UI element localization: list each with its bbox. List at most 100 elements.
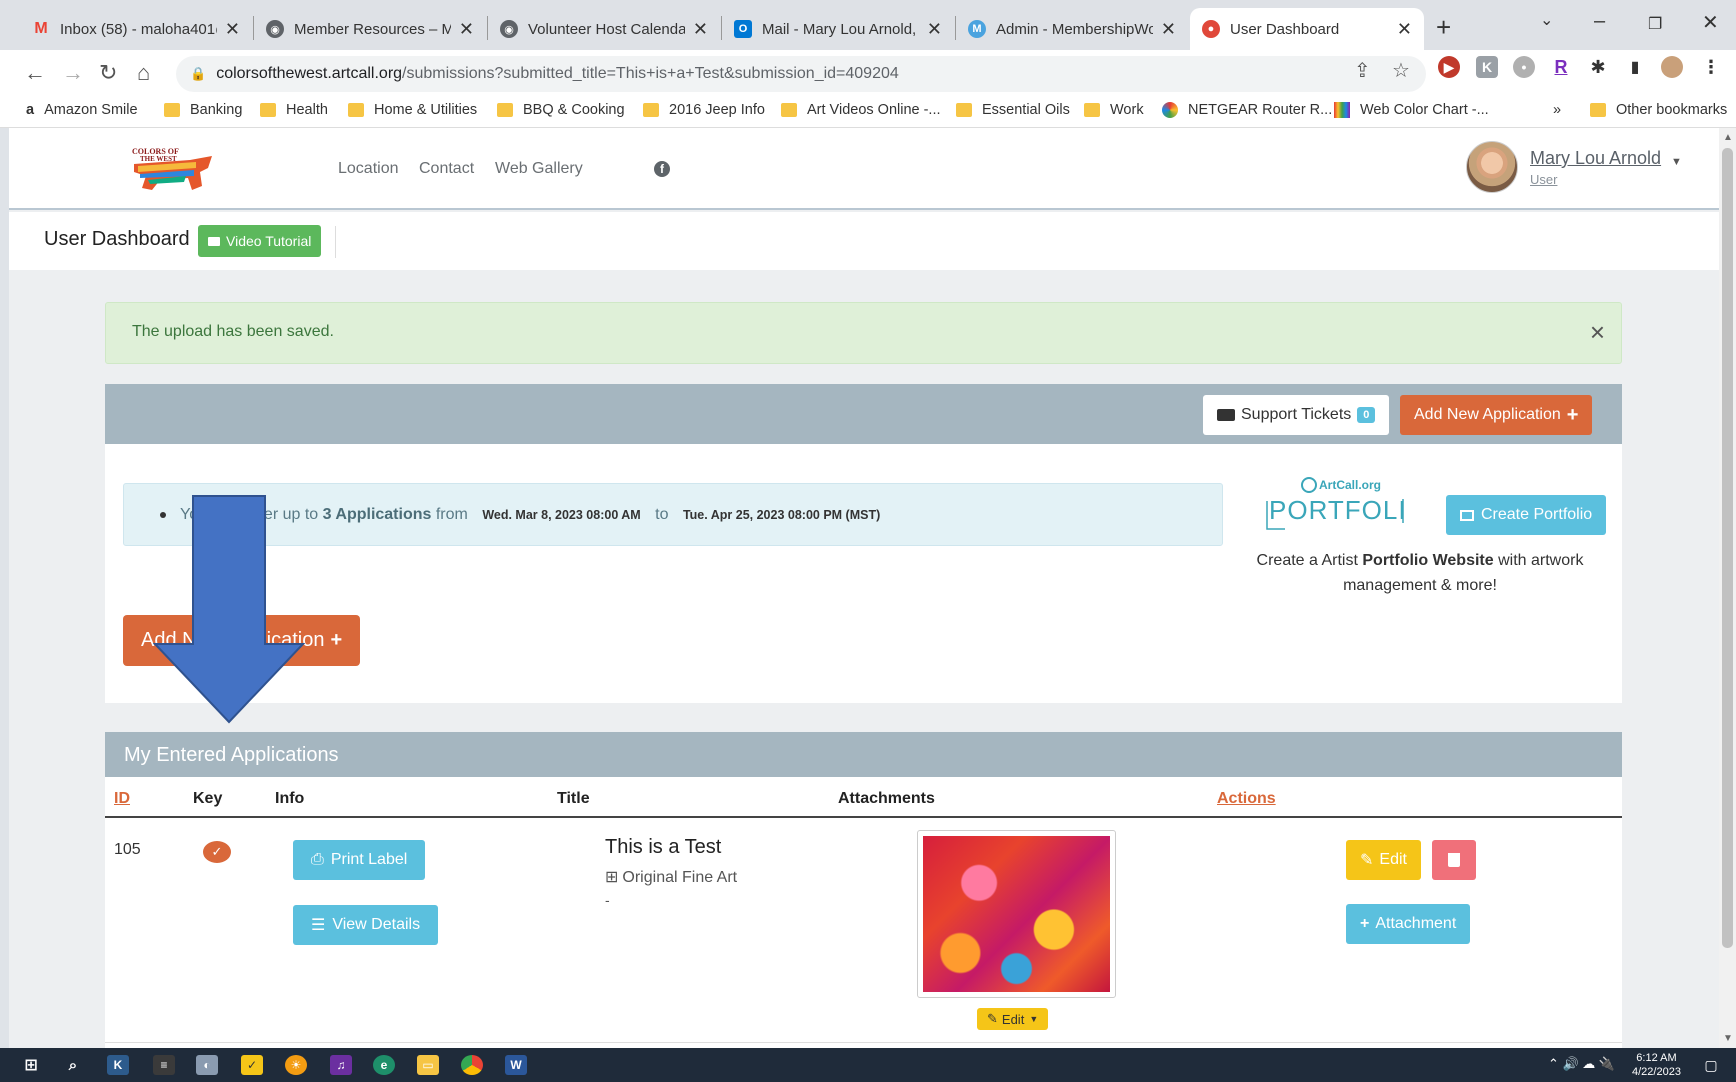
- word-icon[interactable]: W: [505, 1055, 527, 1075]
- tab-outlook-mail[interactable]: O Mail - Mary Lou Arnold, G ✕: [722, 8, 954, 50]
- tab-membershipworks-admin[interactable]: M Admin - MembershipWor ✕: [956, 8, 1188, 50]
- notifications-icon[interactable]: ▢: [1700, 1055, 1722, 1075]
- taskbar-app-icon[interactable]: ◐: [196, 1055, 218, 1075]
- new-tab-button[interactable]: +: [1436, 12, 1451, 43]
- tab-title: Admin - MembershipWor: [996, 20, 1153, 38]
- forward-button[interactable]: →: [62, 60, 84, 86]
- annotation-arrow: [153, 495, 305, 724]
- bookmark-other-bookmarks[interactable]: Other bookmarks: [1590, 102, 1727, 118]
- bookmark-work[interactable]: Work: [1084, 102, 1144, 118]
- scrollbar-thumb[interactable]: [1722, 148, 1733, 948]
- tab-title: User Dashboard: [1230, 20, 1340, 38]
- column-header-attachments: Attachments: [838, 790, 935, 807]
- share-icon[interactable]: ⇪: [1354, 58, 1371, 83]
- artwork-thumbnail[interactable]: [917, 830, 1116, 998]
- bookmark-health[interactable]: Health: [260, 102, 328, 118]
- extension-r-icon[interactable]: R: [1550, 56, 1572, 78]
- delete-button[interactable]: [1432, 840, 1476, 880]
- bookmark-jeep-info[interactable]: 2016 Jeep Info: [643, 102, 765, 118]
- nav-contact[interactable]: Contact: [419, 160, 474, 178]
- dashboard-title-bar: User Dashboard Video Tutorial: [9, 212, 1719, 270]
- scroll-down-icon[interactable]: ▼: [1723, 1033, 1733, 1044]
- bookmark-web-color-chart[interactable]: Web Color Chart -...: [1334, 102, 1489, 118]
- gmail-icon: M: [34, 20, 48, 37]
- view-details-button[interactable]: ☰ View Details: [293, 905, 439, 945]
- restore-button[interactable]: ❐: [1648, 14, 1662, 34]
- window-close-button[interactable]: ✕: [1702, 10, 1719, 35]
- windows-start-icon[interactable]: ⊞: [20, 1055, 42, 1075]
- tab-title: Mail - Mary Lou Arnold, G: [762, 20, 919, 38]
- reload-button[interactable]: ↻: [99, 60, 117, 86]
- extension-gray-icon[interactable]: •: [1513, 56, 1535, 78]
- bookmarks-overflow-button[interactable]: »: [1553, 102, 1561, 118]
- close-icon[interactable]: ✕: [225, 19, 240, 40]
- close-icon[interactable]: ✕: [459, 19, 474, 40]
- profile-avatar-icon[interactable]: [1661, 56, 1683, 78]
- facebook-icon[interactable]: f: [654, 161, 670, 177]
- close-icon[interactable]: ×: [1590, 317, 1605, 348]
- file-explorer-icon[interactable]: ▭: [417, 1055, 439, 1075]
- support-count-badge: 0: [1357, 407, 1376, 423]
- taskbar-app-icon[interactable]: ✓: [241, 1055, 263, 1075]
- taskbar-app-icon[interactable]: ♫: [330, 1055, 352, 1075]
- close-icon[interactable]: ✕: [1397, 19, 1412, 40]
- video-tutorial-button[interactable]: Video Tutorial: [198, 225, 322, 257]
- back-button[interactable]: ←: [24, 60, 46, 86]
- print-label-button[interactable]: ⎙ Print Label: [293, 840, 426, 880]
- taskbar-weather-icon[interactable]: ☀: [285, 1055, 307, 1075]
- bookmark-netgear[interactable]: NETGEAR Router R...: [1162, 102, 1332, 118]
- close-icon[interactable]: ✕: [927, 19, 942, 40]
- bookmark-essential-oils[interactable]: Essential Oils: [956, 102, 1070, 118]
- add-new-application-button-header[interactable]: Add New Application +: [1400, 395, 1593, 435]
- panel-header: Support Tickets 0 Add New Application +: [105, 384, 1622, 444]
- add-attachment-button[interactable]: + Attachment: [1346, 904, 1471, 944]
- edge-icon[interactable]: e: [373, 1055, 395, 1075]
- ticket-icon: [1217, 409, 1235, 421]
- membershipworks-icon: M: [968, 20, 986, 38]
- minimize-button[interactable]: –: [1594, 10, 1605, 33]
- close-icon[interactable]: ✕: [1161, 19, 1176, 40]
- tab-user-dashboard[interactable]: ● User Dashboard ✕: [1190, 8, 1424, 50]
- search-icon[interactable]: ⌕: [62, 1055, 84, 1075]
- tab-search-icon[interactable]: ⌄: [1540, 10, 1553, 30]
- page-scrollbar[interactable]: ▲ ▼: [1719, 128, 1736, 1048]
- scroll-up-icon[interactable]: ▲: [1723, 132, 1733, 143]
- bookmark-amazon-smile[interactable]: a Amazon Smile: [26, 102, 138, 118]
- chrome-icon[interactable]: [461, 1055, 483, 1075]
- colors-of-the-west-logo[interactable]: COLORS OF THE WEST: [130, 146, 216, 196]
- side-panel-icon[interactable]: ▮: [1624, 56, 1646, 78]
- tab-gmail[interactable]: M Inbox (58) - maloha401@ ✕: [20, 8, 252, 50]
- globe-icon: ◉: [500, 20, 518, 38]
- column-header-actions[interactable]: Actions: [1217, 790, 1276, 808]
- taskbar-app-k-icon[interactable]: K: [107, 1055, 129, 1075]
- taskbar-app-icon[interactable]: ≡: [153, 1055, 175, 1075]
- home-button[interactable]: ⌂: [137, 60, 150, 86]
- bookmark-star-icon[interactable]: ☆: [1392, 58, 1410, 83]
- nav-web-gallery[interactable]: Web Gallery: [495, 160, 583, 178]
- caret-down-icon[interactable]: ▼: [1671, 156, 1682, 168]
- extension-k-icon[interactable]: K: [1476, 56, 1498, 78]
- extensions-puzzle-icon[interactable]: ✱: [1587, 56, 1609, 78]
- nav-location[interactable]: Location: [338, 160, 399, 178]
- create-portfolio-button[interactable]: Create Portfolio: [1446, 495, 1607, 535]
- taskbar-clock[interactable]: 6:12 AM 4/22/2023: [1632, 1051, 1681, 1079]
- attachment-edit-dropdown[interactable]: ✎ Edit ▼: [977, 1008, 1049, 1030]
- browser-menu-icon[interactable]: ⋮: [1700, 56, 1722, 78]
- user-name-menu[interactable]: Mary Lou Arnold: [1530, 148, 1661, 169]
- bookmark-home-utilities[interactable]: Home & Utilities: [348, 102, 477, 118]
- user-role-link[interactable]: User: [1530, 172, 1557, 187]
- bookmark-bbq-cooking[interactable]: BBQ & Cooking: [497, 102, 625, 118]
- tab-volunteer-calendar[interactable]: ◉ Volunteer Host Calendar - ✕: [488, 8, 720, 50]
- extension-video-icon[interactable]: ▶: [1438, 56, 1460, 78]
- bookmark-banking[interactable]: Banking: [164, 102, 242, 118]
- support-tickets-button[interactable]: Support Tickets 0: [1203, 395, 1390, 435]
- system-tray[interactable]: ⌃ 🔊 ☁ 🔌: [1548, 1056, 1615, 1072]
- application-title: This is a Test: [605, 836, 722, 858]
- bookmark-art-videos[interactable]: Art Videos Online -...: [781, 102, 941, 118]
- edit-button[interactable]: ✎ Edit: [1346, 840, 1421, 880]
- tab-member-resources[interactable]: ◉ Member Resources – Mou ✕: [254, 8, 486, 50]
- address-bar[interactable]: 🔒 colorsofthewest.artcall.org/submission…: [176, 56, 1426, 92]
- close-icon[interactable]: ✕: [693, 19, 708, 40]
- avatar[interactable]: [1466, 141, 1518, 193]
- column-header-id[interactable]: ID: [114, 790, 130, 808]
